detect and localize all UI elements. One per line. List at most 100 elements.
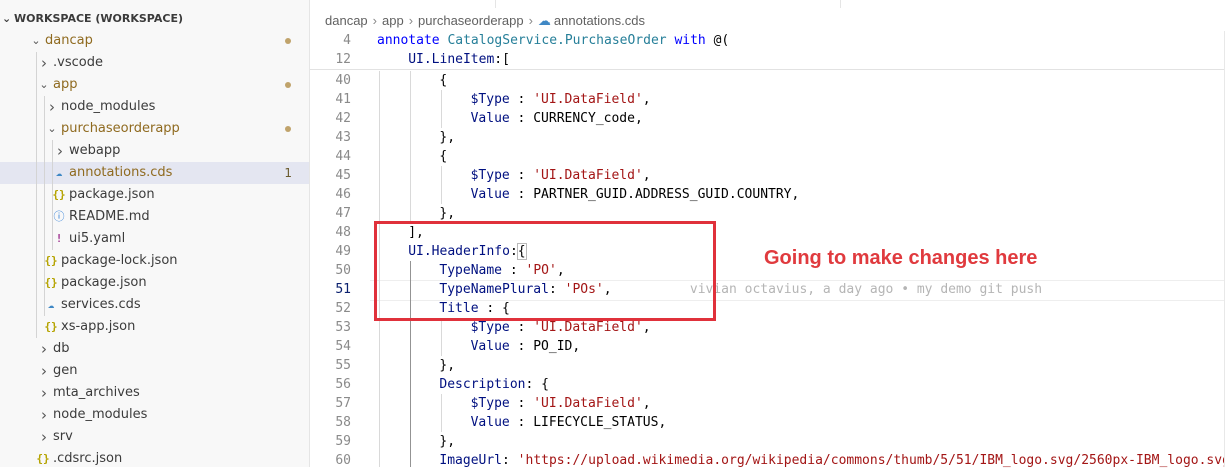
line-number: 53: [335, 320, 351, 335]
code-token: : {: [525, 377, 549, 392]
tree-file[interactable]: {} package.json: [0, 184, 309, 206]
tree-item-label: .cdsrc.json: [53, 451, 123, 466]
code-token: 'https://upload.wikimedia.org/wikipedia/…: [517, 453, 1225, 468]
tree-item-label: mta_archives: [53, 385, 140, 400]
tree-item-label: .vscode: [53, 55, 103, 70]
code-token: },: [439, 358, 456, 373]
code-line[interactable]: 42 Value : CURRENCY_code,: [310, 109, 1225, 128]
breadcrumb-item-0[interactable]: dancap: [325, 13, 368, 28]
code-token: ,: [642, 168, 651, 183]
breadcrumb-item-2[interactable]: purchaseorderapp: [418, 13, 524, 28]
editor-tab-divider: [495, 0, 841, 8]
tree-item-label: package.json: [69, 187, 155, 202]
workspace-header[interactable]: ⌄ WORKSPACE (WORKSPACE): [0, 8, 309, 30]
tree-folder[interactable]: › webapp: [0, 140, 309, 162]
tree-file[interactable]: {} .cdsrc.json: [0, 448, 309, 467]
json-file-icon: {}: [44, 276, 58, 289]
tree-item-label: webapp: [69, 143, 121, 158]
tree-folder[interactable]: › node_modules: [0, 96, 309, 118]
tree-item-label: purchaseorderapp: [61, 121, 180, 136]
code-token: 'UI.DataField': [533, 92, 643, 107]
code-token: :: [509, 396, 534, 411]
line-number: 58: [335, 415, 351, 430]
chevron-right-icon: ›: [41, 428, 47, 446]
code-line[interactable]: 4 annotate CatalogService.PurchaseOrder w…: [310, 31, 1225, 50]
tree-folder[interactable]: › db: [0, 338, 309, 360]
modified-indicator: [285, 126, 291, 132]
code-text: $Type : 'UI.DataField',: [471, 394, 651, 413]
chevron-right-icon: ›: [57, 142, 63, 160]
code-text: $Type : 'UI.DataField',: [471, 90, 651, 109]
tree-folder[interactable]: › mta_archives: [0, 382, 309, 404]
tree-folder[interactable]: › srv: [0, 426, 309, 448]
indent-guide: [441, 394, 443, 432]
tree-file[interactable]: ! ui5.yaml: [0, 228, 309, 250]
code-line[interactable]: 59},: [310, 432, 1225, 451]
indent-guide: [441, 166, 443, 204]
code-line[interactable]: 45 $Type : 'UI.DataField',: [310, 166, 1225, 185]
breadcrumb-item-1[interactable]: app: [382, 13, 404, 28]
tree-item-label: app: [53, 77, 78, 92]
code-line[interactable]: 57 $Type : 'UI.DataField',: [310, 394, 1225, 413]
code-line[interactable]: 46 Value : PARTNER_GUID.ADDRESS_GUID.COUN…: [310, 185, 1225, 204]
code-token: CURRENCY_code,: [533, 111, 643, 126]
tree-item-label: xs-app.json: [61, 319, 136, 334]
code-token: Value: [470, 415, 510, 430]
json-file-icon: {}: [44, 320, 58, 333]
code-line[interactable]: 41 $Type : 'UI.DataField',: [310, 90, 1225, 109]
tree-item-label: README.md: [69, 209, 150, 224]
line-number: 42: [335, 111, 351, 126]
code-text: $Type : 'UI.DataField',: [471, 166, 651, 185]
breadcrumb-item-3[interactable]: annotations.cds: [554, 13, 645, 28]
tree-folder[interactable]: ⌄ purchaseorderapp: [0, 118, 309, 140]
tree-file[interactable]: ⓘ README.md: [0, 206, 309, 228]
code-line[interactable]: 43},: [310, 128, 1225, 147]
code-text: {: [439, 147, 447, 166]
code-token: Value: [470, 187, 510, 202]
line-number: 57: [335, 396, 351, 411]
sticky-scroll-header[interactable]: 4 annotate CatalogService.PurchaseOrder w…: [310, 31, 1225, 70]
tree-folder[interactable]: ⌄ dancap: [0, 30, 309, 52]
line-number: 56: [335, 377, 351, 392]
info-icon: ⓘ: [53, 210, 65, 223]
code-line[interactable]: 56 Description: {: [310, 375, 1225, 394]
problem-count-badge: 1: [284, 166, 292, 180]
file-tree: ⌄ dancap › .vscode ⌄ app › node_modules ⌄ purchas…: [0, 30, 309, 467]
tree-folder[interactable]: ⌄ app: [0, 74, 309, 96]
line-number: 52: [335, 301, 351, 316]
tree-file[interactable]: {} xs-app.json: [0, 316, 309, 338]
code-line[interactable]: 55},: [310, 356, 1225, 375]
indent-guide: [441, 90, 443, 128]
tree-file[interactable]: ☁ annotations.cds 1: [0, 162, 309, 184]
tree-file[interactable]: ☁ services.cds: [0, 294, 309, 316]
line-number: 51: [335, 282, 351, 297]
chevron-right-icon: ›: [528, 13, 533, 28]
code-token: Description: [439, 377, 526, 392]
tree-folder[interactable]: › node_modules: [0, 404, 309, 426]
tree-item-label: srv: [53, 429, 73, 444]
tree-item-label: gen: [53, 363, 78, 378]
code-token: Value: [470, 111, 510, 126]
code-text: Description: {: [439, 375, 549, 394]
chevron-right-icon: ›: [41, 362, 47, 380]
annotation-text: Going to make changes here: [764, 247, 1038, 269]
chevron-right-icon: ›: [49, 98, 55, 116]
tree-folder[interactable]: › .vscode: [0, 52, 309, 74]
tree-file[interactable]: {} package.json: [0, 272, 309, 294]
code-line[interactable]: 12 UI.LineItem:[: [310, 50, 1225, 69]
indent-guide: [36, 52, 37, 338]
code-text: ImageUrl: 'https://upload.wikimedia.org/…: [439, 451, 1225, 470]
code-line[interactable]: 40 {: [310, 71, 1225, 90]
tree-folder[interactable]: › gen: [0, 360, 309, 382]
code-token: 'UI.DataField': [533, 320, 643, 335]
tree-file[interactable]: {} package-lock.json: [0, 250, 309, 272]
code-line[interactable]: 44 {: [310, 147, 1225, 166]
code-line[interactable]: 60 ImageUrl: 'https://upload.wikimedia.or…: [310, 451, 1225, 470]
line-number: 44: [335, 149, 351, 164]
code-line[interactable]: 58 Value : LIFECYCLE_STATUS,: [310, 413, 1225, 432]
code-token: :: [509, 187, 534, 202]
line-number: 46: [335, 187, 351, 202]
line-number: 43: [335, 130, 351, 145]
code-line[interactable]: 54 Value : PO_ID,: [310, 337, 1225, 356]
code-token: LIFECYCLE_STATUS,: [533, 415, 667, 430]
